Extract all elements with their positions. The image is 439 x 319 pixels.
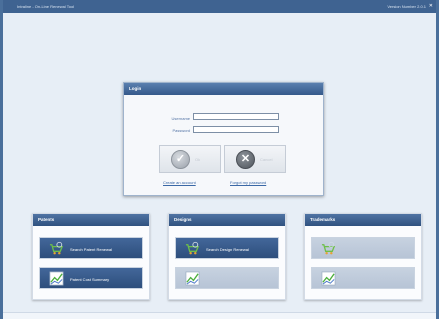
cart-search-icon (321, 241, 336, 255)
password-label: Password (172, 128, 190, 133)
login-title: Login (124, 83, 323, 95)
password-field[interactable] (193, 126, 279, 133)
username-label: Username (171, 116, 190, 121)
patent-cost-summary-button[interactable]: Patent Cost Summary (39, 267, 143, 289)
cart-search-icon (185, 241, 200, 255)
tile-label: Search Design Renewal (206, 247, 249, 252)
panel-title: Designs (169, 214, 285, 226)
title-bar: Intraline - On-Line Renewal Tool Version… (3, 0, 436, 13)
panel-title: Patents (33, 214, 149, 226)
trademarks-panel: Trademarks (304, 213, 422, 300)
ok-button[interactable]: ✓ Ok (159, 145, 221, 173)
check-icon: ✓ (171, 150, 190, 169)
search-patent-renewal-button[interactable]: Search Patent Renewal (39, 237, 143, 259)
tile-label: Patent Cost Summary (70, 277, 110, 282)
version-number: Version Number 2.0.1 (387, 4, 426, 9)
search-trademark-renewal-button[interactable] (311, 237, 415, 259)
login-dialog: Login Username Password ✓ Ok ✕ Cancel Cr… (123, 82, 324, 196)
patents-panel: Patents Search Patent Renewal Patent Cos… (32, 213, 150, 300)
chart-icon (321, 271, 336, 286)
panel-title: Trademarks (305, 214, 421, 226)
cart-search-icon (49, 241, 64, 255)
cancel-button[interactable]: ✕ Cancel (224, 145, 286, 173)
app-window: Intraline - On-Line Renewal Tool Version… (3, 0, 436, 319)
cancel-icon: ✕ (236, 150, 255, 169)
window-title: Intraline - On-Line Renewal Tool (17, 4, 75, 9)
design-cost-summary-button[interactable] (175, 267, 279, 289)
chart-icon (185, 271, 200, 286)
forgot-password-link[interactable]: Forgot my password (230, 180, 266, 185)
status-bar (3, 312, 436, 319)
search-design-renewal-button[interactable]: Search Design Renewal (175, 237, 279, 259)
trademark-cost-summary-button[interactable] (311, 267, 415, 289)
cancel-button-label: Cancel (260, 157, 273, 162)
username-field[interactable] (193, 113, 279, 120)
chart-icon (49, 271, 64, 286)
close-icon[interactable]: ✕ (429, 3, 433, 9)
create-account-link[interactable]: Create an account (163, 180, 196, 185)
ok-button-label: Ok (195, 157, 201, 162)
tile-label: Search Patent Renewal (70, 247, 113, 252)
designs-panel: Designs Search Design Renewal (168, 213, 286, 300)
